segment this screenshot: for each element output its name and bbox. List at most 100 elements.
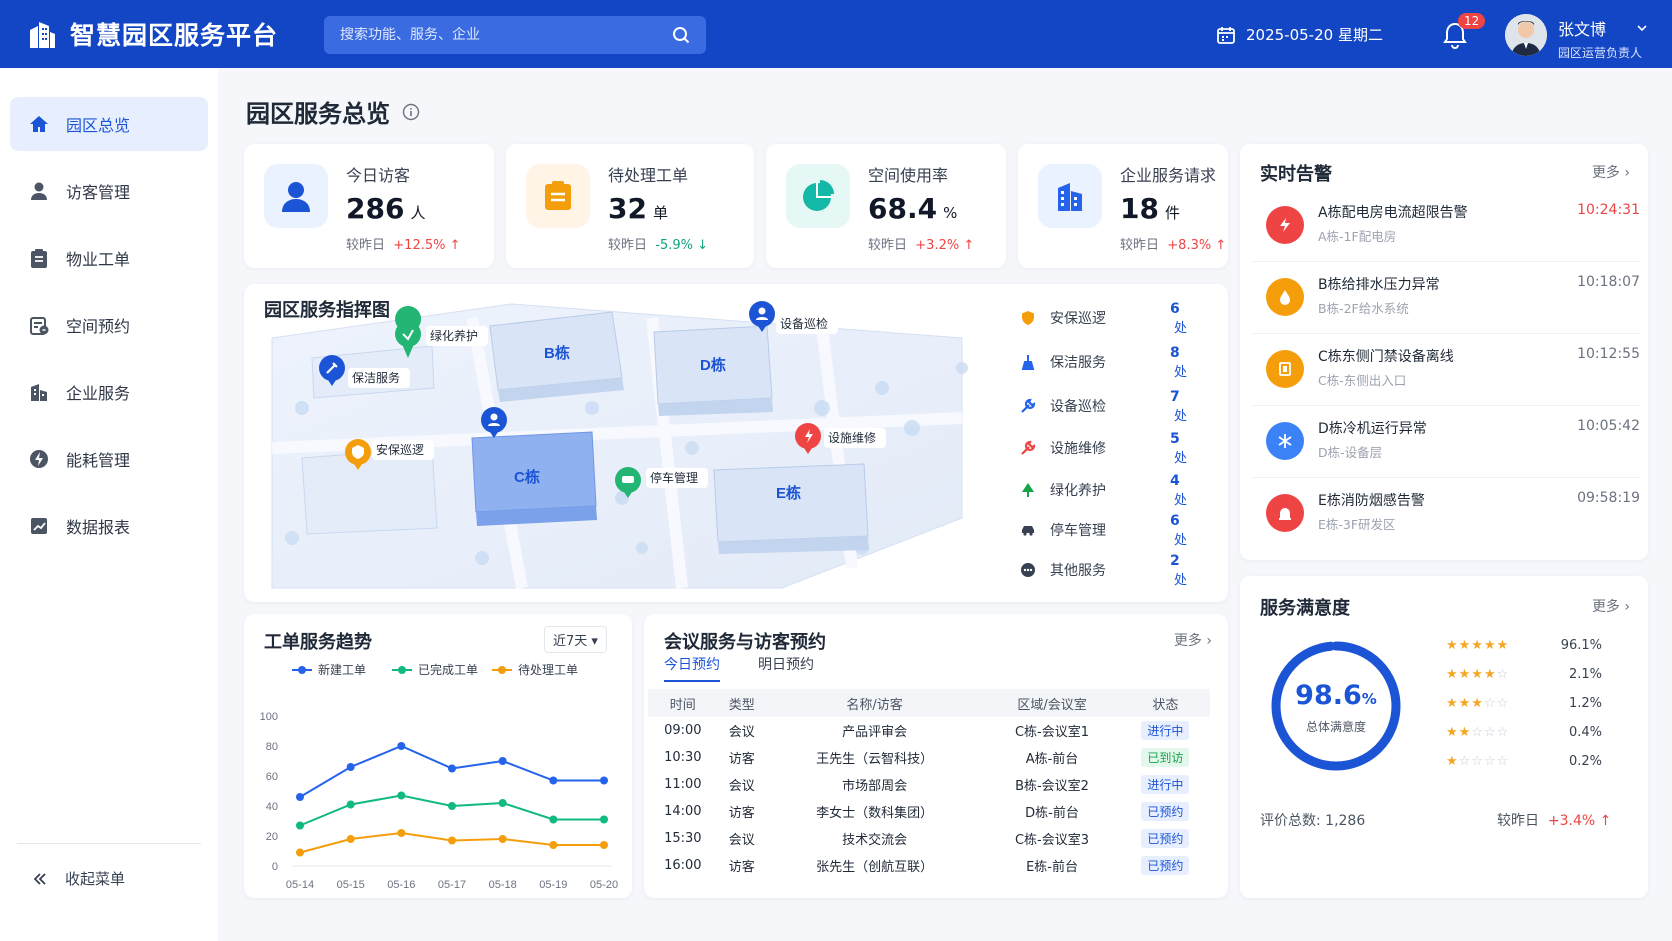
data-point[interactable] bbox=[346, 835, 355, 843]
alert-item[interactable]: E栋消防烟感告警 E栋-3F研发区 09:58:19 bbox=[1252, 478, 1640, 550]
alert-time: 09:58:19 bbox=[1577, 490, 1640, 506]
legend-repair[interactable]: 设施维修 5处 bbox=[1020, 431, 1187, 466]
user-info[interactable]: 张文博 园区运营负责人 bbox=[1558, 16, 1642, 61]
chevron-down-icon[interactable] bbox=[1636, 22, 1648, 34]
alert-location: C栋-东侧出入口 bbox=[1318, 373, 1407, 388]
alerts-title: 实时告警 bbox=[1260, 164, 1332, 185]
x-tick-label: 05-14 bbox=[286, 879, 314, 891]
status-badge: 已到访 bbox=[1141, 748, 1190, 767]
sidebar-item-overview[interactable]: 园区总览 bbox=[10, 97, 208, 151]
meetings-more-link[interactable]: 更多 › bbox=[1174, 630, 1212, 650]
top-header: 智慧园区服务平台 2025-05-20 星期二 12 张文博 园区运营负责人 bbox=[0, 0, 1672, 68]
data-point[interactable] bbox=[498, 757, 507, 765]
search-input[interactable] bbox=[340, 27, 660, 43]
svg-text:保洁服务: 保洁服务 bbox=[352, 370, 400, 385]
data-point[interactable] bbox=[549, 776, 558, 785]
table-row[interactable]: 09:00 会议 产品评审会 C栋-会议室1 进行中 bbox=[648, 717, 1210, 744]
stat-label: 待处理工单 bbox=[608, 166, 689, 185]
avatar[interactable] bbox=[1505, 14, 1547, 56]
alert-item[interactable]: A栋配电房电流超限告警 A栋-1F配电房 10:24:31 bbox=[1252, 190, 1640, 262]
legend-item-1[interactable]: 已完成工单 bbox=[392, 662, 478, 677]
more-dots-icon bbox=[1021, 563, 1035, 577]
legend-cleaning[interactable]: 保洁服务 8处 bbox=[1020, 345, 1187, 380]
range-select[interactable]: 近7天 ▾ bbox=[544, 626, 607, 653]
search-icon[interactable] bbox=[672, 26, 690, 44]
data-point[interactable] bbox=[448, 802, 456, 810]
sidebar-item-label: 企业服务 bbox=[66, 384, 131, 403]
data-point[interactable] bbox=[448, 836, 456, 845]
legend-inspection[interactable]: 设备巡检 7处 bbox=[1020, 389, 1187, 424]
data-point[interactable] bbox=[296, 821, 304, 830]
legend-item-0[interactable]: 新建工单 bbox=[292, 662, 366, 677]
table-row[interactable]: 11:00 会议 市场部周会 B栋-会议室2 进行中 bbox=[648, 771, 1210, 798]
col-type: 类型 bbox=[717, 689, 766, 717]
sidebar-item-visitors[interactable]: 访客管理 bbox=[10, 164, 208, 218]
app-logo[interactable]: 智慧园区服务平台 bbox=[26, 16, 324, 52]
data-point[interactable] bbox=[600, 815, 608, 824]
stat-card-space-usage[interactable]: 空间使用率 68.4% 较昨日 +3.2% ↑ bbox=[766, 144, 1006, 268]
double-chevron-left-icon bbox=[33, 872, 46, 885]
alert-item[interactable]: C栋东侧门禁设备离线 C栋-东侧出入口 10:12:55 bbox=[1252, 334, 1640, 406]
meeting-tabs: 今日预约 明日预约 bbox=[664, 654, 852, 682]
legend-other[interactable]: 其他服务 2处 bbox=[1020, 553, 1187, 588]
building-e[interactable]: E栋 bbox=[713, 463, 869, 554]
satisfaction-label: 总体满意度 bbox=[1305, 720, 1366, 734]
data-point[interactable] bbox=[397, 829, 406, 837]
legend-greening[interactable]: 绿化养护 4处 bbox=[1020, 473, 1187, 508]
data-point[interactable] bbox=[549, 815, 558, 824]
info-icon[interactable] bbox=[402, 103, 420, 121]
building-d[interactable]: D栋 bbox=[653, 325, 773, 416]
sidebar-item-reports[interactable]: 数据报表 bbox=[10, 499, 208, 553]
legend-parking[interactable]: 停车管理 6处 bbox=[1020, 513, 1187, 548]
data-point[interactable] bbox=[397, 742, 406, 750]
data-point[interactable] bbox=[346, 800, 355, 809]
tab-tomorrow[interactable]: 明日预约 bbox=[758, 654, 814, 682]
rating-percent: 96.1% bbox=[1560, 638, 1602, 653]
meetings-table: 时间 类型 名称/访客 区域/会议室 状态 09:00 会议 产品评审会 C栋-会议室… bbox=[648, 689, 1210, 879]
sidebar-item-workorders[interactable]: 物业工单 bbox=[10, 231, 208, 285]
rating-percent: 0.4% bbox=[1568, 725, 1602, 740]
pin-inspection[interactable]: 设备巡检 bbox=[749, 301, 838, 334]
table-row[interactable]: 16:00 访客 张先生（创航互联） E栋-前台 已预约 bbox=[648, 852, 1210, 879]
stat-card-enterprise-requests[interactable]: 企业服务请求 18 件 较昨日 +8.3% ↑ bbox=[1018, 144, 1228, 268]
alert-item[interactable]: B栋给排水压力异常 B栋-2F给水系统 10:18:07 bbox=[1252, 262, 1640, 334]
global-search[interactable] bbox=[324, 16, 706, 54]
data-point[interactable] bbox=[498, 835, 507, 843]
sidebar-item-space-booking[interactable]: 空间预约 bbox=[10, 298, 208, 352]
building-c[interactable]: C栋 bbox=[471, 431, 597, 526]
alert-item[interactable]: D栋冷机运行异常 D栋-设备层 10:05:42 bbox=[1252, 406, 1640, 478]
satisfaction-more-link[interactable]: 更多 › bbox=[1592, 596, 1630, 616]
data-point[interactable] bbox=[498, 799, 507, 807]
star-rating-icon: ★☆☆☆☆ bbox=[1446, 754, 1510, 769]
data-point[interactable] bbox=[346, 763, 355, 771]
legend-security[interactable]: 安保巡逻 6处 bbox=[1020, 301, 1187, 336]
data-point[interactable] bbox=[600, 841, 608, 849]
alerts-more-link[interactable]: 更多 › bbox=[1592, 162, 1630, 182]
tab-today[interactable]: 今日预约 bbox=[664, 654, 720, 682]
y-tick-label: 40 bbox=[266, 801, 278, 813]
data-point[interactable] bbox=[448, 764, 456, 773]
star-rating-icon: ★★★★☆ bbox=[1446, 667, 1510, 682]
park-map[interactable]: B栋 D栋 C栋 E栋 绿化养护 设备巡检 保洁服务 安保巡逻 设施维修 停车管… bbox=[262, 298, 982, 596]
table-row[interactable]: 10:30 访客 王先生（云智科技） A栋-前台 已到访 bbox=[648, 744, 1210, 771]
stat-value: 286 人 bbox=[346, 192, 426, 225]
table-row[interactable]: 15:30 会议 技术交流会 C栋-会议室3 已预约 bbox=[648, 825, 1210, 852]
data-point[interactable] bbox=[296, 793, 304, 801]
legend-item-2[interactable]: 待处理工单 bbox=[492, 663, 578, 677]
stat-card-workorders[interactable]: 待处理工单 32 单 较昨日 -5.9% ↓ bbox=[506, 144, 754, 268]
col-status: 状态 bbox=[1120, 689, 1210, 717]
stat-compare: 较昨日 +8.3% ↑ bbox=[1120, 238, 1227, 253]
data-point[interactable] bbox=[296, 848, 304, 857]
sidebar-item-energy[interactable]: 能耗管理 bbox=[10, 432, 208, 486]
alert-time: 10:18:07 bbox=[1577, 274, 1640, 290]
table-row[interactable]: 14:00 访客 李女士（数科集团） D栋-前台 已预约 bbox=[648, 798, 1210, 825]
data-point[interactable] bbox=[600, 776, 608, 785]
sidebar-item-enterprise[interactable]: 企业服务 bbox=[10, 365, 208, 419]
stat-card-visitors[interactable]: 今日访客 286 人 较昨日 +12.5% ↑ bbox=[244, 144, 494, 268]
wrench-icon bbox=[1021, 398, 1036, 413]
alarm-icon bbox=[1266, 494, 1304, 532]
building-b[interactable]: B栋 bbox=[489, 311, 624, 402]
collapse-menu-button[interactable]: 收起菜单 bbox=[17, 843, 201, 889]
data-point[interactable] bbox=[549, 841, 558, 849]
data-point[interactable] bbox=[397, 791, 406, 800]
